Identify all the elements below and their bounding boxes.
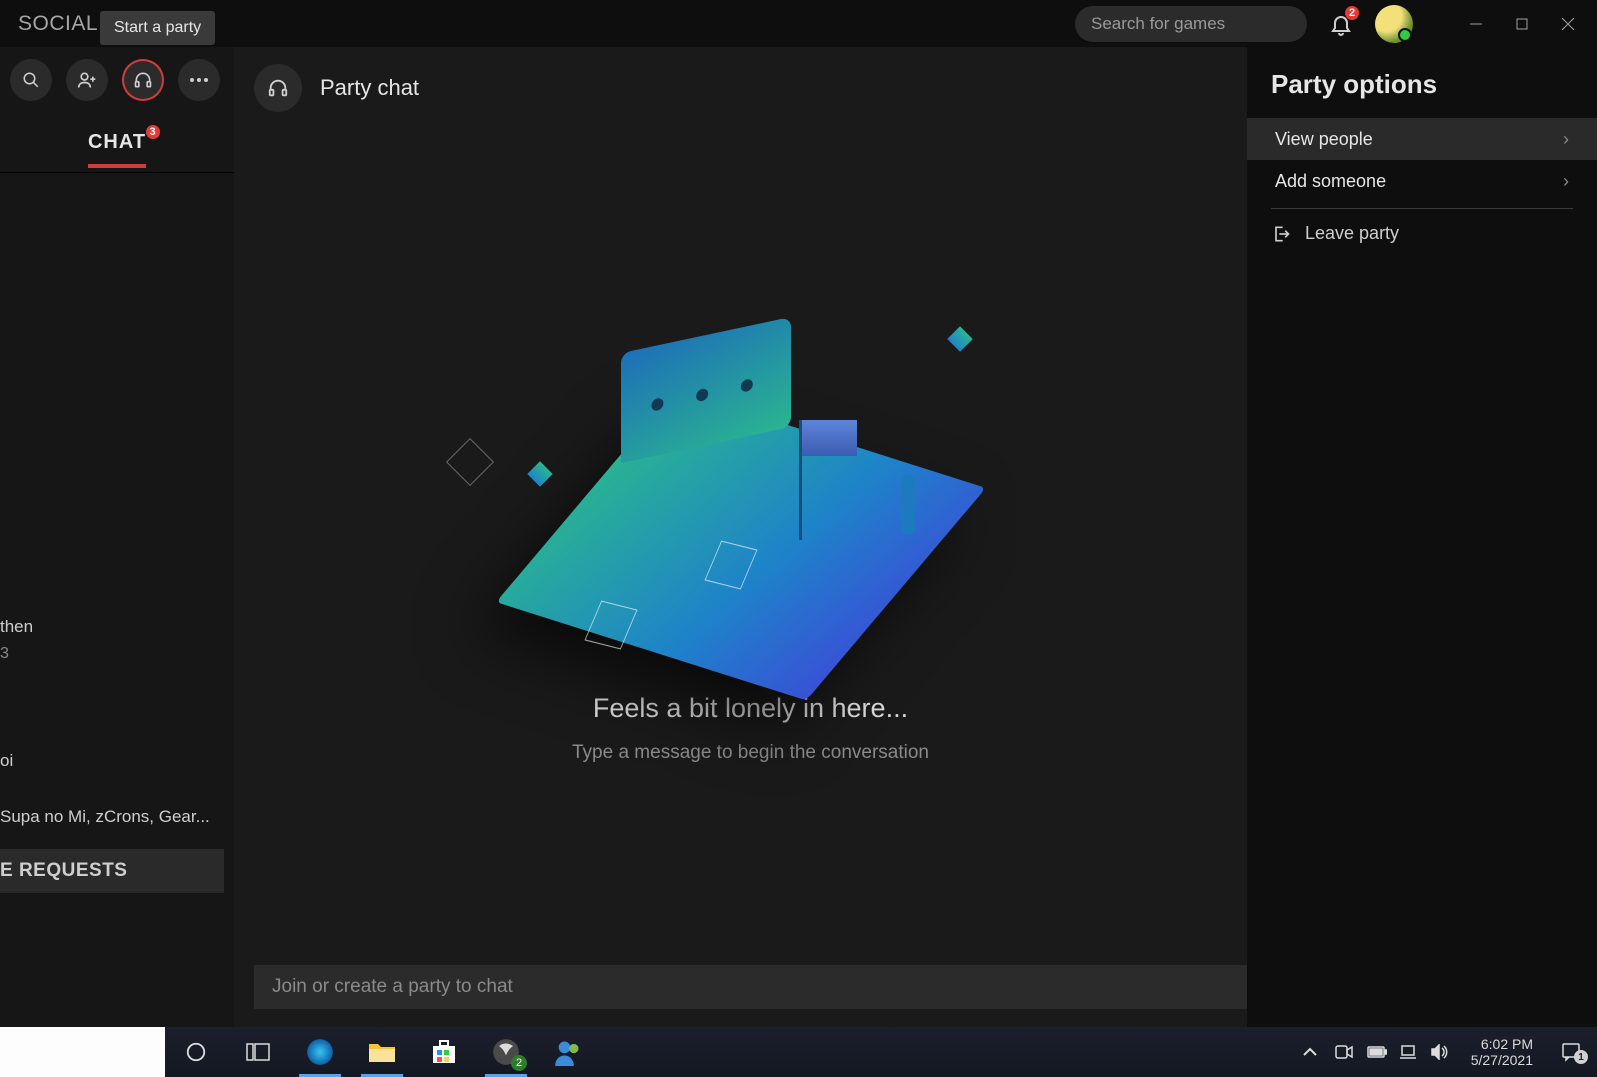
battery-icon bbox=[1367, 1046, 1387, 1058]
people-button[interactable] bbox=[537, 1027, 599, 1077]
task-view-button[interactable] bbox=[227, 1027, 289, 1077]
tray-time-text: 6:02 PM bbox=[1471, 1036, 1533, 1052]
network-icon bbox=[1399, 1044, 1417, 1060]
leave-party-row[interactable]: Leave party bbox=[1271, 223, 1573, 244]
start-party-tooltip: Start a party bbox=[100, 11, 215, 45]
maximize-icon bbox=[1516, 18, 1528, 30]
chevron-right-icon: › bbox=[1563, 129, 1569, 150]
sidebar-actions: Start a party bbox=[0, 59, 234, 101]
volume-icon bbox=[1431, 1044, 1449, 1060]
notifications-badge: 2 bbox=[1345, 6, 1359, 20]
leave-party-label: Leave party bbox=[1305, 223, 1399, 244]
action-center-button[interactable]: 1 bbox=[1551, 1042, 1591, 1062]
minimize-button[interactable] bbox=[1465, 13, 1487, 35]
tray-date-text: 5/27/2021 bbox=[1471, 1052, 1533, 1068]
list-item[interactable]: then bbox=[0, 613, 234, 641]
tray-clock[interactable]: 6:02 PM 5/27/2021 bbox=[1463, 1036, 1541, 1068]
edge-button[interactable] bbox=[289, 1027, 351, 1077]
sidebar: Start a party CHAT 3 then 3 oi bbox=[0, 47, 234, 1027]
people-icon bbox=[554, 1038, 582, 1066]
tray-meet-now[interactable] bbox=[1335, 1045, 1357, 1059]
more-icon bbox=[189, 77, 209, 83]
close-button[interactable] bbox=[1557, 13, 1579, 35]
empty-subtitle: Type a message to begin the conversation bbox=[572, 742, 929, 764]
taskbar: 2 6:02 PM 5/27/2021 1 bbox=[0, 1027, 1597, 1077]
headset-icon bbox=[133, 70, 153, 90]
avatar[interactable] bbox=[1375, 5, 1413, 43]
view-people-label: View people bbox=[1275, 129, 1373, 150]
start-party-button[interactable] bbox=[122, 59, 164, 101]
chat-body: Feels a bit lonely in here... Type a mes… bbox=[254, 113, 1247, 965]
list-item[interactable]: 3 bbox=[0, 641, 234, 667]
nav-social[interactable]: SOCIAL bbox=[18, 12, 98, 36]
party-options-panel: Party options View people › Add someone … bbox=[1247, 47, 1597, 1027]
window-controls bbox=[1431, 13, 1597, 35]
empty-title: Feels a bit lonely in here... bbox=[593, 693, 908, 724]
more-button[interactable] bbox=[178, 59, 220, 101]
headset-icon bbox=[267, 77, 289, 99]
top-bar-right: 2 bbox=[1075, 5, 1597, 43]
tab-chat[interactable]: CHAT 3 bbox=[88, 131, 146, 166]
store-icon bbox=[431, 1039, 457, 1065]
add-friend-icon bbox=[77, 70, 97, 90]
party-options-title: Party options bbox=[1271, 69, 1573, 100]
add-friend-button[interactable] bbox=[66, 59, 108, 101]
list-item[interactable]: oi bbox=[0, 747, 234, 775]
chat-title: Party chat bbox=[320, 75, 419, 101]
folder-icon bbox=[368, 1040, 396, 1064]
leave-icon bbox=[1271, 224, 1291, 244]
xbox-button[interactable]: 2 bbox=[475, 1027, 537, 1077]
chat-input[interactable]: Join or create a party to chat bbox=[254, 965, 1247, 1009]
list-item[interactable]: Supa no Mi, zCrons, Gear... bbox=[0, 803, 234, 831]
chat-panel: Party chat Feels a bit lonely in here...… bbox=[234, 47, 1247, 1027]
system-tray: 6:02 PM 5/27/2021 1 bbox=[1303, 1036, 1597, 1068]
separator bbox=[1271, 208, 1573, 209]
chat-input-placeholder: Join or create a party to chat bbox=[272, 976, 513, 998]
edge-icon bbox=[306, 1038, 334, 1066]
tray-network[interactable] bbox=[1399, 1044, 1421, 1060]
search-input[interactable] bbox=[1091, 14, 1312, 34]
tray-volume[interactable] bbox=[1431, 1044, 1453, 1060]
minimize-icon bbox=[1470, 18, 1482, 30]
search-icon bbox=[22, 71, 40, 89]
store-button[interactable] bbox=[413, 1027, 475, 1077]
maximize-button[interactable] bbox=[1511, 13, 1533, 35]
cortana-button[interactable] bbox=[165, 1027, 227, 1077]
cortana-icon bbox=[185, 1041, 207, 1063]
task-view-icon bbox=[246, 1043, 270, 1061]
content: Start a party CHAT 3 then 3 oi bbox=[0, 47, 1597, 1027]
chat-header: Party chat bbox=[254, 63, 1247, 113]
chevron-up-icon bbox=[1303, 1047, 1317, 1057]
sidebar-search-button[interactable] bbox=[10, 59, 52, 101]
tab-chat-label: CHAT bbox=[88, 131, 146, 153]
file-explorer-button[interactable] bbox=[351, 1027, 413, 1077]
tray-chevron-button[interactable] bbox=[1303, 1047, 1325, 1057]
search-box[interactable] bbox=[1075, 6, 1307, 42]
camera-icon bbox=[1335, 1045, 1353, 1059]
sidebar-tabbar: CHAT 3 bbox=[0, 125, 234, 173]
tab-chat-badge: 3 bbox=[146, 125, 160, 139]
notifications-button[interactable]: 2 bbox=[1325, 8, 1357, 40]
chevron-right-icon: › bbox=[1563, 171, 1569, 192]
view-people-row[interactable]: View people › bbox=[1247, 118, 1597, 160]
empty-illustration bbox=[431, 275, 1071, 675]
party-chat-icon-button[interactable] bbox=[254, 64, 302, 112]
taskbar-search[interactable] bbox=[0, 1027, 165, 1077]
action-center-badge: 1 bbox=[1574, 1050, 1588, 1064]
top-bar: SOCIAL STORE 2 bbox=[0, 0, 1597, 47]
tray-battery[interactable] bbox=[1367, 1046, 1389, 1058]
add-someone-row[interactable]: Add someone › bbox=[1271, 160, 1573, 202]
sidebar-list: then 3 oi Supa no Mi, zCrons, Gear... E … bbox=[0, 173, 234, 1027]
add-someone-label: Add someone bbox=[1275, 171, 1386, 192]
xbox-badge: 2 bbox=[511, 1055, 527, 1071]
requests-row[interactable]: E REQUESTS bbox=[0, 849, 224, 893]
close-icon bbox=[1562, 18, 1574, 30]
